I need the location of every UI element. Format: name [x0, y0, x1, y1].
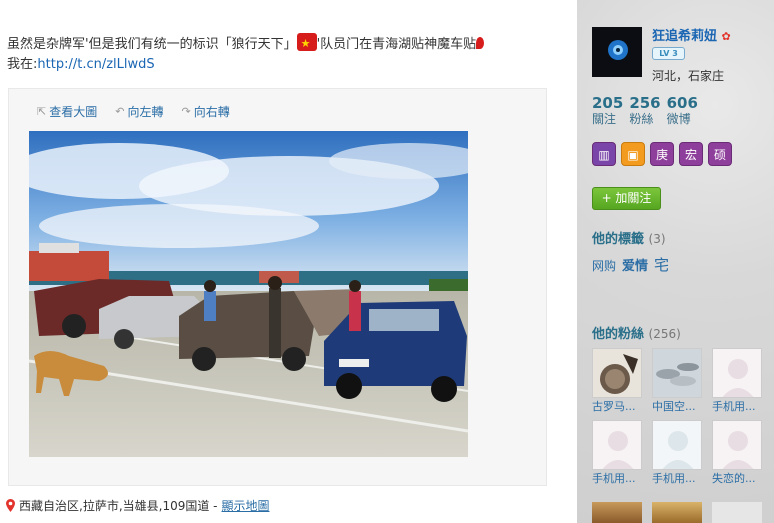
username[interactable]: 狂追希莉妞 ✿ [652, 25, 731, 44]
medal-hong[interactable]: 宏 [679, 142, 703, 166]
id-card-medal-icon[interactable]: ▣ [621, 142, 645, 166]
fish-photo-icon [653, 349, 701, 397]
chart-medal-icon[interactable]: ▥ [592, 142, 616, 166]
external-link-icon: ⇱ [37, 105, 47, 118]
default-avatar-icon [653, 421, 701, 469]
rotate-left-icon: ↶ [115, 105, 125, 118]
verified-flower-icon: ✿ [721, 30, 731, 43]
fan-avatar [652, 420, 702, 470]
fan-avatar [652, 348, 702, 398]
fan-item[interactable]: 失恋的... [712, 420, 762, 486]
fans-next-row [592, 502, 762, 523]
fan-avatar [712, 348, 762, 398]
avatar[interactable] [592, 27, 642, 77]
fan-avatar [592, 348, 642, 398]
view-large-button[interactable]: ⇱ 查看大圖 [37, 103, 97, 120]
fans-title: 他的粉絲 (256) [592, 323, 681, 342]
fan-avatar [592, 420, 642, 470]
short-link[interactable]: http://t.cn/zlLlwdS [37, 57, 154, 72]
user-stats: 205 關注 256 粉絲 606 微博 [592, 95, 698, 127]
fan-item[interactable]: 手机用... [592, 420, 642, 486]
fan-item[interactable]: 中国空... [652, 348, 702, 414]
post-photo[interactable] [29, 131, 468, 457]
stat-num: 205 [592, 94, 624, 112]
stat-num: 606 [666, 94, 698, 112]
photo-illustration [29, 131, 468, 457]
rotate-right-icon: ↷ [181, 105, 191, 118]
tag-list: 网购 爱情 宅 [592, 254, 669, 275]
view-large-label: 查看大圖 [49, 105, 98, 119]
stat-weibo[interactable]: 606 微博 [667, 95, 698, 127]
find-label: 我在: [7, 57, 38, 72]
tag-item[interactable]: 宅 [654, 254, 669, 275]
post-text-part2: '队员门在青海湖贴神魔车贴 [316, 37, 477, 52]
fan-item[interactable]: 手机用... [652, 420, 702, 486]
fan-name: 手机用... [592, 472, 636, 485]
fan-name: 中国空... [652, 400, 696, 413]
level-badge: LV 3 [652, 47, 685, 60]
post-text: 虽然是杂牌军'但是我们有统一的标识「狼行天下」 '队员门在青海湖贴神魔车贴 我在:… [7, 33, 547, 75]
fan-avatar-partial[interactable] [652, 502, 702, 523]
fans-title-text: 他的粉絲 [592, 327, 645, 342]
post-text-part1: 虽然是杂牌军'但是我们有统一的标识「狼行天下」 [7, 37, 297, 52]
spartan-shield-icon [593, 349, 641, 397]
fan-item[interactable]: 古罗马... [592, 348, 642, 414]
avatar-eye-icon [592, 27, 642, 77]
tag-item[interactable]: 网购 [592, 257, 616, 274]
username-text: 狂追希莉妞 [652, 29, 718, 44]
fan-name: 失恋的... [712, 472, 756, 485]
fan-avatar-partial[interactable] [592, 502, 642, 523]
user-location: 河北，石家庄 [652, 69, 725, 83]
tags-count: (3) [648, 232, 666, 246]
default-avatar-icon [593, 421, 641, 469]
tags-title: 他的標籤 (3) [592, 228, 666, 247]
media-toolbar: ⇱ 查看大圖 ↶ 向左轉 ↷ 向右轉 [37, 103, 230, 120]
pin-emoji-icon [476, 37, 485, 49]
stat-following[interactable]: 205 關注 [592, 95, 623, 127]
stat-label: 微博 [666, 112, 691, 126]
stat-num: 256 [629, 94, 661, 112]
fan-name: 手机用... [652, 472, 696, 485]
rotate-right-button[interactable]: ↷ 向右轉 [181, 103, 229, 120]
tags-title-text: 他的標籤 [592, 232, 645, 247]
stat-label: 粉絲 [629, 112, 654, 126]
post-location: 西藏自治区,拉萨市,当雄县,109国道 - 顯示地圖 [6, 497, 270, 514]
rotate-left-button[interactable]: ↶ 向左轉 [115, 103, 163, 120]
weibo-main-column: 虽然是杂牌军'但是我们有统一的标识「狼行天下」 '队员门在青海湖贴神魔车贴 我在:… [0, 0, 577, 523]
medal-row: ▥ ▣ 庚 宏 硕 [592, 142, 732, 166]
medal-geng[interactable]: 庚 [650, 142, 674, 166]
profile-sidebar: 狂追希莉妞 ✿ LV 3 河北，石家庄 205 關注 256 粉絲 606 微博… [577, 0, 774, 523]
stat-label: 關注 [592, 112, 617, 126]
location-text: 西藏自治区,拉萨市,当雄县,109国道 - [19, 499, 218, 513]
fans-grid: 古罗马... 中国空... 手机用... 手机用... 手机用... 失恋的..… [592, 348, 772, 486]
fan-avatar [712, 420, 762, 470]
tag-item[interactable]: 爱情 [622, 255, 648, 274]
fan-name: 手机用... [712, 400, 756, 413]
medal-shuo[interactable]: 硕 [708, 142, 732, 166]
follow-button[interactable]: + 加關注 [592, 187, 661, 210]
default-avatar-icon [713, 349, 761, 397]
rotate-left-label: 向左轉 [127, 105, 164, 119]
location-pin-icon [6, 499, 15, 512]
fan-name: 古罗马... [592, 400, 636, 413]
fan-avatar-partial[interactable] [712, 502, 762, 523]
default-avatar-icon [713, 421, 761, 469]
stat-fans[interactable]: 256 粉絲 [629, 95, 660, 127]
china-flag-emoji-icon [296, 33, 317, 54]
rotate-right-label: 向右轉 [193, 105, 230, 119]
media-box: ⇱ 查看大圖 ↶ 向左轉 ↷ 向右轉 [8, 88, 547, 486]
show-map-link[interactable]: 顯示地圖 [222, 497, 270, 514]
fan-item[interactable]: 手机用... [712, 348, 762, 414]
fans-count: (256) [648, 327, 681, 341]
